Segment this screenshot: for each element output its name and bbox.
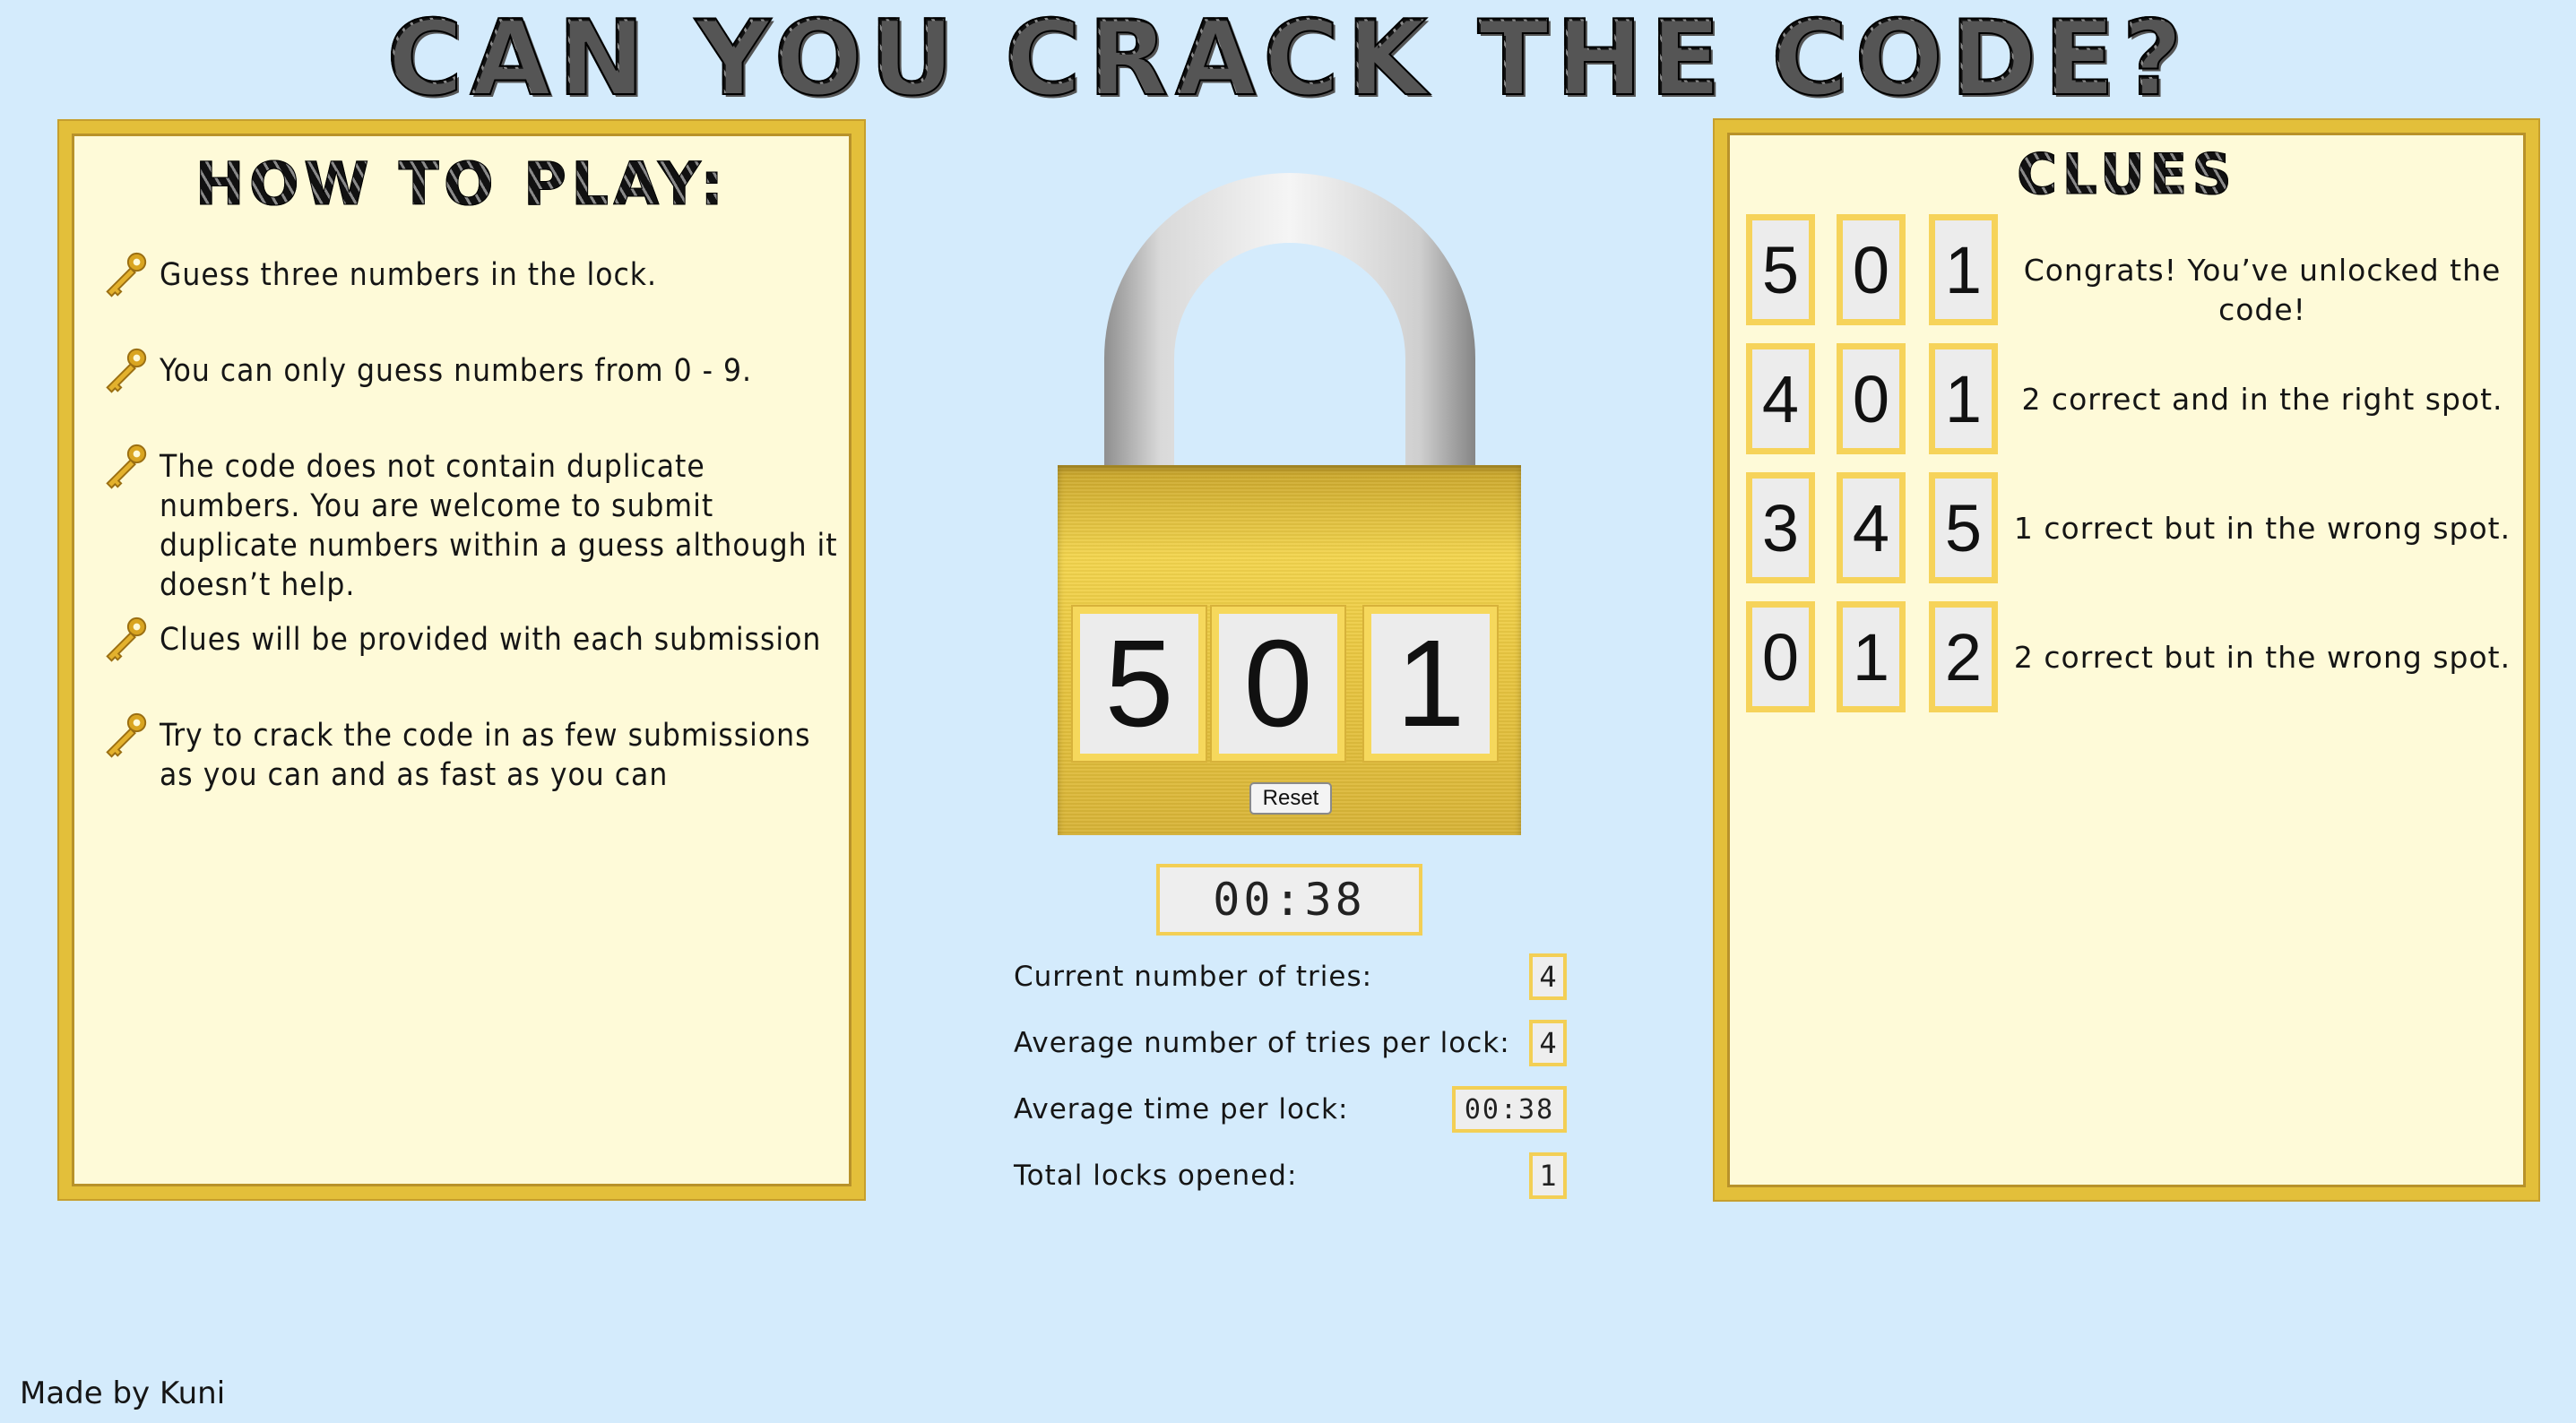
total-locks-value: 1 — [1529, 1152, 1567, 1199]
avg-tries-value: 4 — [1529, 1020, 1567, 1066]
page-title: CAN YOU CRACK THE CODE? — [0, 6, 2576, 112]
clue-digit: 1 — [1929, 214, 1998, 325]
lock-dial-2[interactable]: 0 — [1212, 607, 1344, 761]
key-icon — [106, 712, 147, 758]
key-icon — [106, 617, 147, 662]
clue-digit: 1 — [1929, 343, 1998, 454]
clue-digit: 0 — [1746, 601, 1815, 712]
clue-digit: 0 — [1837, 214, 1906, 325]
clue-text: 1 correct but in the wrong spot. — [2013, 511, 2511, 546]
rule-item: Guess three numbers in the lock. — [99, 252, 843, 302]
clue-digit: 2 — [1929, 601, 1998, 712]
clue-text: 2 correct but in the wrong spot. — [2013, 640, 2511, 675]
clues-heading: CLUES — [1727, 133, 2526, 204]
rule-text: The code does not contain duplicate numb… — [160, 449, 838, 603]
clue-text: 2 correct and in the right spot. — [2021, 382, 2503, 417]
clue-digit: 4 — [1746, 343, 1815, 454]
key-icon — [106, 252, 147, 298]
credit-text: Made by Kuni — [20, 1376, 226, 1411]
reset-button[interactable]: Reset — [1249, 782, 1332, 815]
timer-display: 00:38 — [1156, 864, 1422, 936]
rule-text: Clues will be provided with each submiss… — [160, 622, 822, 658]
clue-digit: 0 — [1837, 343, 1906, 454]
rule-text: Guess three numbers in the lock. — [160, 257, 658, 293]
key-icon — [106, 348, 147, 393]
clue-digit: 4 — [1837, 472, 1906, 583]
game-page: CAN YOU CRACK THE CODE? HOW TO PLAY: Gue… — [0, 0, 2576, 1423]
lock-shackle — [1104, 173, 1475, 496]
rule-item: Clues will be provided with each submiss… — [99, 617, 843, 667]
current-tries-label: Current number of tries: — [1014, 961, 1373, 993]
rule-item: The code does not contain duplicate numb… — [99, 444, 843, 605]
clue-text: Congrats! You’ve unlocked the code! — [2023, 253, 2502, 327]
avg-time-label: Average time per lock: — [1014, 1093, 1349, 1125]
clue-digit: 3 — [1746, 472, 1815, 583]
rule-text: Try to crack the code in as few submissi… — [160, 718, 811, 793]
avg-time-value: 00:38 — [1452, 1086, 1567, 1133]
how-to-play-panel: HOW TO PLAY: Guess three numbers in the … — [59, 121, 864, 1199]
total-locks-label: Total locks opened: — [1014, 1160, 1298, 1192]
rule-item: You can only guess numbers from 0 - 9. — [99, 348, 843, 398]
clue-digit: 1 — [1837, 601, 1906, 712]
lock-dial-3[interactable]: 1 — [1364, 607, 1497, 761]
clue-digit: 5 — [1746, 214, 1815, 325]
key-icon — [106, 444, 147, 489]
how-to-play-heading: HOW TO PLAY: — [72, 134, 851, 216]
rule-item: Try to crack the code in as few submissi… — [99, 712, 843, 795]
lock-dial-1[interactable]: 5 — [1073, 607, 1206, 761]
avg-tries-label: Average number of tries per lock: — [1014, 1027, 1510, 1059]
current-tries-value: 4 — [1529, 953, 1567, 1000]
rule-text: You can only guess numbers from 0 - 9. — [160, 353, 753, 389]
clue-digit: 5 — [1929, 472, 1998, 583]
